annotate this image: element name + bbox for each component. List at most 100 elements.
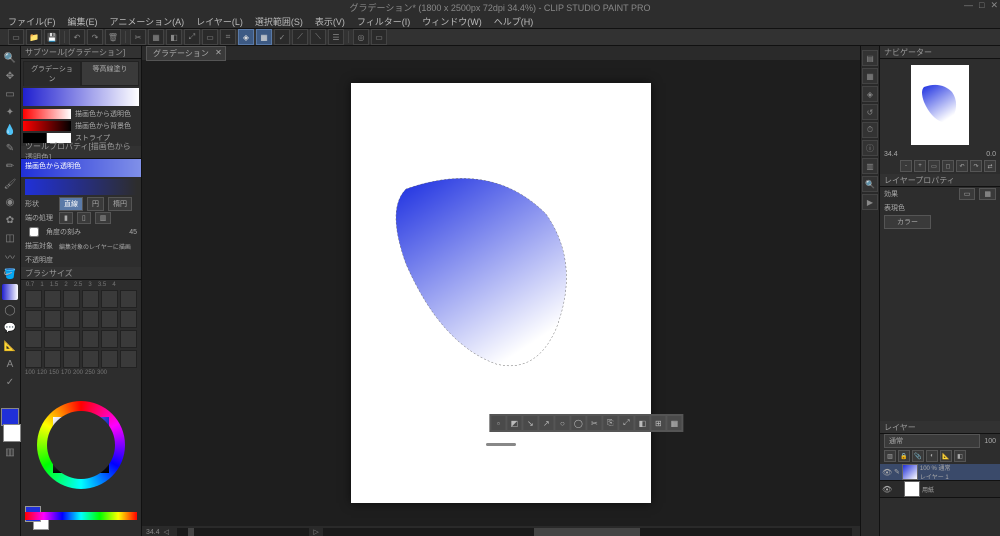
menu-view[interactable]: 表示(V) [315,15,345,28]
brush-size-swatch[interactable] [63,330,80,348]
magnify-tool-icon[interactable]: 🔍 [2,50,18,66]
redo-icon[interactable]: ↷ [87,29,103,45]
lock-icon[interactable]: 🔒 [898,450,910,462]
cut-sel-icon[interactable]: ✂ [587,416,601,430]
layer-row[interactable]: 👁 ✎ 100 % 通常 レイヤー 1 [880,464,1000,481]
nav-zoom-in-icon[interactable]: + [914,160,926,172]
ruler-tool-icon[interactable]: 📐 [2,338,18,354]
undo-icon[interactable]: ↶ [69,29,85,45]
subtool-tab-gradation[interactable]: グラデーション [23,61,81,86]
edge-opt3-button[interactable]: ▥ [95,212,112,224]
figure-tool-icon[interactable]: ◯ [2,302,18,318]
maximize-button[interactable]: □ [979,0,984,11]
menu-help[interactable]: ヘルプ(H) [494,15,534,28]
shape-linear-button[interactable]: 直線 [59,197,83,211]
shape-circle-button[interactable]: 円 [87,197,104,211]
effect-border-button[interactable]: ▭ [959,188,976,200]
deco-tool-icon[interactable]: ✿ [2,212,18,228]
open-icon[interactable]: 📁 [26,29,42,45]
brush-size-swatch[interactable] [44,310,61,328]
transparent-swatch[interactable]: ▥ [2,444,18,460]
fill-sel-icon[interactable]: ◧ [635,416,649,430]
gradient-tool-icon[interactable] [2,284,18,300]
zoom-out-icon[interactable]: ◁ [164,528,169,536]
grid-icon[interactable]: ▦ [256,29,272,45]
ref-icon[interactable]: 📎 [912,450,924,462]
quickaccess-icon[interactable]: ▤ [862,50,878,66]
gradient-bar[interactable] [25,179,137,195]
effect-tone-button[interactable]: ▦ [979,188,996,200]
brush-size-swatch[interactable] [120,310,137,328]
eyedropper-tool-icon[interactable]: 💧 [2,122,18,138]
pen-tool-icon[interactable]: ✎ [2,140,18,156]
menu-window[interactable]: ウィンドウ(W) [422,15,482,28]
scale-sel-icon[interactable]: ⤢ [619,416,633,430]
hue-slider[interactable] [25,512,137,520]
nav-fit-icon[interactable]: ▭ [928,160,940,172]
fill-tool-icon[interactable]: 🪣 [2,266,18,282]
subtool-row[interactable]: 描画色から透明色 [23,108,139,120]
mask-icon[interactable]: ◐ [926,450,938,462]
correct-tool-icon[interactable]: ✓ [2,374,18,390]
rendercolor-select[interactable]: カラー [884,215,931,229]
brush-size-swatch[interactable] [82,330,99,348]
nav-100-icon[interactable]: ◻ [942,160,954,172]
color-square[interactable] [53,417,109,473]
h-scrollbar[interactable] [323,528,852,536]
brush-size-swatch[interactable] [44,330,61,348]
material-icon[interactable]: ▦ [862,68,878,84]
nav-rotate-r-icon[interactable]: ↷ [970,160,982,172]
float-toolbar-handle[interactable] [486,443,516,446]
menu-file[interactable]: ファイル(F) [8,15,56,28]
angle-step-checkbox[interactable] [29,227,39,237]
autosave-icon[interactable]: ⏱ [862,122,878,138]
brush-tool-icon[interactable]: 🖌 [2,176,18,192]
brush-size-swatch[interactable] [63,290,80,308]
target-value[interactable]: 編集対象のレイヤーに描画 [59,242,131,251]
menu-selection[interactable]: 選択範囲(S) [255,15,303,28]
visibility-icon[interactable]: 👁 [882,468,892,477]
new-icon[interactable]: ▭ [8,29,24,45]
wand-tool-icon[interactable]: ✦ [2,104,18,120]
copy-sel-icon[interactable]: ⎘ [603,416,617,430]
layercolor-icon[interactable]: ◧ [954,450,966,462]
color-wheel[interactable] [37,401,125,489]
nav-rotate-l-icon[interactable]: ↶ [956,160,968,172]
deselect-icon[interactable]: ▫ [491,416,505,430]
canvas-viewport[interactable]: ▫ ◩ ↘ ↗ ○ ◯ ✂ ⎘ ⤢ ◧ ⊞ ▦ [142,60,860,526]
menu-filter[interactable]: フィルター(I) [357,15,410,28]
anim-icon[interactable]: ▶ [862,194,878,210]
cut-icon[interactable]: ✂ [130,29,146,45]
marquee-tool-icon[interactable]: ▭ [2,86,18,102]
pencil-tool-icon[interactable]: ✏ [2,158,18,174]
brush-size-swatch[interactable] [63,350,80,368]
select-all-icon[interactable]: ▦ [148,29,164,45]
edge-opt1-button[interactable]: ▮ [59,212,73,224]
expand-sel-icon[interactable]: ↗ [539,416,553,430]
asset-icon[interactable]: ◎ [353,29,369,45]
move-tool-icon[interactable]: ✥ [2,68,18,84]
zoom-in-icon[interactable]: ▷ [313,528,318,536]
ruler-icon[interactable]: ⟋ [292,29,308,45]
fill-icon[interactable]: ◧ [166,29,182,45]
guide-icon[interactable]: ⟍ [310,29,326,45]
layer-row[interactable]: 👁 用紙 [880,481,1000,498]
clear-sel-icon[interactable]: ○ [555,416,569,430]
brush-size-swatch[interactable] [25,290,42,308]
newlayer-sel-icon[interactable]: ⊞ [651,416,665,430]
brush-size-swatch[interactable] [82,310,99,328]
minimize-button[interactable]: — [964,0,973,11]
brush-size-swatch[interactable] [25,310,42,328]
save-icon[interactable]: 💾 [44,29,60,45]
brush-size-swatch[interactable] [63,310,80,328]
brush-size-swatch[interactable] [101,330,118,348]
nav-flip-icon[interactable]: ⇄ [984,160,996,172]
brush-size-swatch[interactable] [82,290,99,308]
blend-tool-icon[interactable]: 〰 [2,248,18,264]
brush-size-swatch[interactable] [120,290,137,308]
snap-icon[interactable]: ✓ [274,29,290,45]
menu-animation[interactable]: アニメーション(A) [110,15,185,28]
brush-size-swatch[interactable] [120,330,137,348]
brush-size-swatch[interactable] [101,350,118,368]
close-button[interactable]: ✕ [990,0,998,11]
